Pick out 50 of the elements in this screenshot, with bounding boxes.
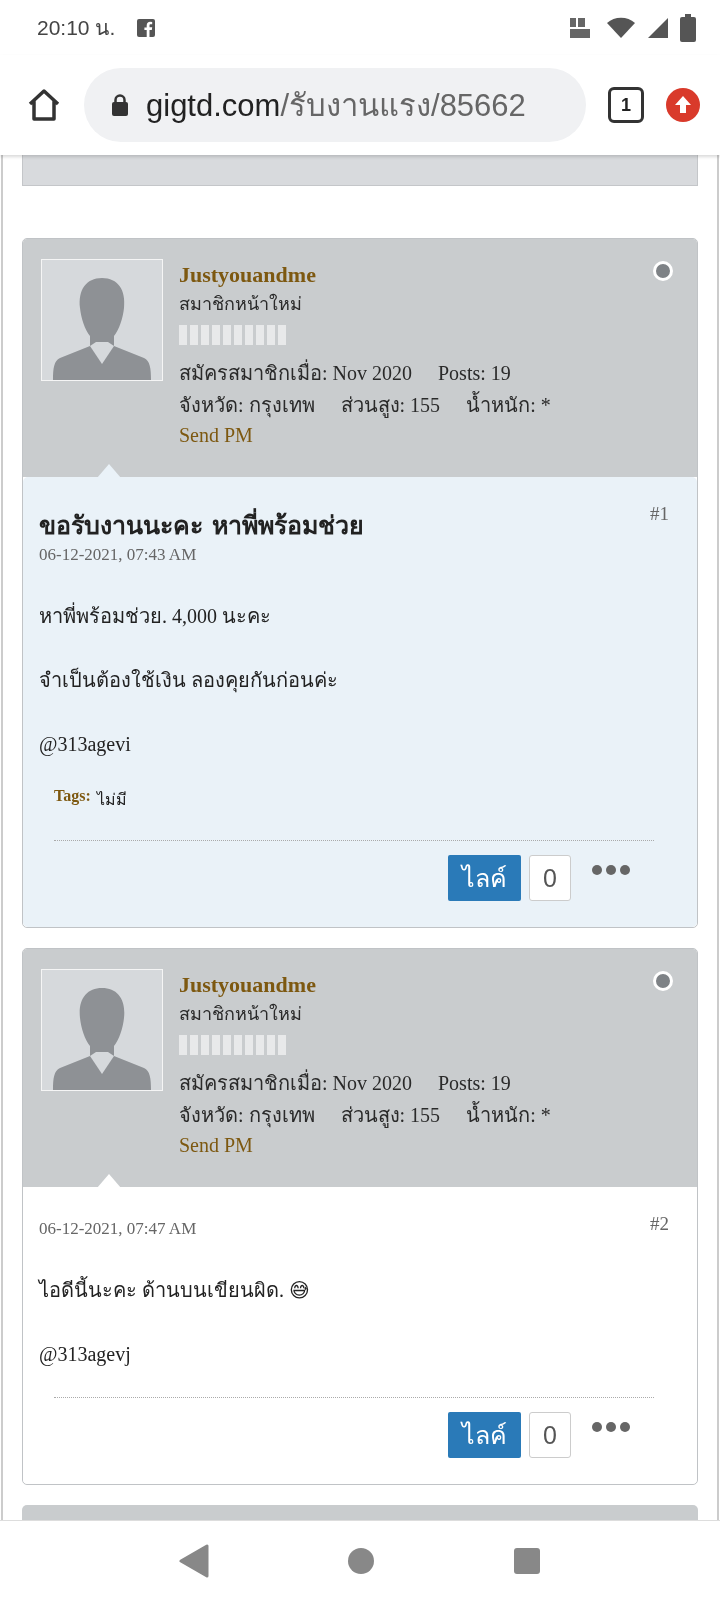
like-count: 0 — [529, 855, 571, 901]
province: จังหวัด: กรุงเทพ — [179, 393, 315, 420]
url-text: gigtd.com/รับงานแรง/85662 — [146, 87, 526, 125]
more-icon[interactable] — [591, 1421, 631, 1433]
post-text: จำเป็นต้องใช้เงิน ลองคุยกันก่อนค่ะ — [39, 666, 338, 695]
join-date: สมัครสมาชิกเมื่อ: Nov 2020 — [179, 1067, 412, 1099]
member-height: ส่วนสูง: 155 — [340, 1103, 441, 1130]
post-text: ไอดีนี้นะคะ ด้านบนเขียนผิด. 😅 — [39, 1275, 310, 1305]
home-icon[interactable] — [26, 87, 62, 123]
post-text: @313agevj — [39, 1342, 131, 1368]
like-button[interactable]: ไลค์ — [448, 855, 521, 901]
avatar-icon — [41, 969, 163, 1091]
post-text: หาพี่พร้อมช่วย. 4,000 นะคะ — [39, 601, 271, 631]
post-date: 06-12-2021, 07:47 AM — [39, 1218, 197, 1240]
post-count: Posts: 19 — [438, 361, 511, 386]
member-weight: น้ำหนัก: * — [466, 389, 551, 421]
post-date: 06-12-2021, 07:43 AM — [39, 544, 197, 566]
send-pm-link[interactable]: Send PM — [179, 421, 551, 449]
reputation-bar-icon — [179, 1035, 287, 1055]
tags-value: ไม่มี — [96, 789, 127, 811]
tags-label: Tags: — [54, 787, 91, 807]
tab-count-button[interactable]: 1 — [608, 87, 644, 123]
post-number[interactable]: #2 — [650, 1213, 669, 1235]
author-name[interactable]: Justyouandme — [179, 971, 551, 999]
member-height: ส่วนสูง: 155 — [340, 393, 441, 420]
facebook-icon — [137, 18, 156, 37]
recents-icon[interactable] — [513, 1547, 541, 1575]
post-number[interactable]: #1 — [650, 503, 669, 525]
reputation-bar-icon — [179, 325, 287, 345]
post-text: @313agevi — [39, 732, 131, 758]
like-button[interactable]: ไลค์ — [448, 1412, 521, 1458]
address-bar[interactable]: gigtd.com/รับงานแรง/85662 — [84, 68, 586, 142]
avatar-icon — [41, 259, 163, 381]
member-rank: สมาชิกหน้าใหม่ — [179, 1002, 303, 1026]
back-icon[interactable] — [179, 1544, 209, 1578]
battery-icon — [680, 13, 696, 42]
province: จังหวัด: กรุงเทพ — [179, 1103, 315, 1130]
join-date: สมัครสมาชิกเมื่อ: Nov 2020 — [179, 357, 412, 389]
lock-icon — [112, 94, 128, 116]
member-rank: สมาชิกหน้าใหม่ — [179, 292, 303, 316]
author-name[interactable]: Justyouandme — [179, 261, 551, 289]
post-count: Posts: 19 — [438, 1071, 511, 1096]
wifi-icon — [606, 15, 636, 40]
send-pm-link[interactable]: Send PM — [179, 1131, 551, 1159]
upload-icon[interactable] — [666, 88, 700, 122]
member-weight: น้ำหนัก: * — [466, 1099, 551, 1131]
post-title: ขอรับงานนะคะ หาพี่พร้อมช่วย — [39, 509, 364, 543]
clock: 20:10 น. — [37, 15, 116, 41]
more-icon[interactable] — [591, 864, 631, 876]
like-count: 0 — [529, 1412, 571, 1458]
